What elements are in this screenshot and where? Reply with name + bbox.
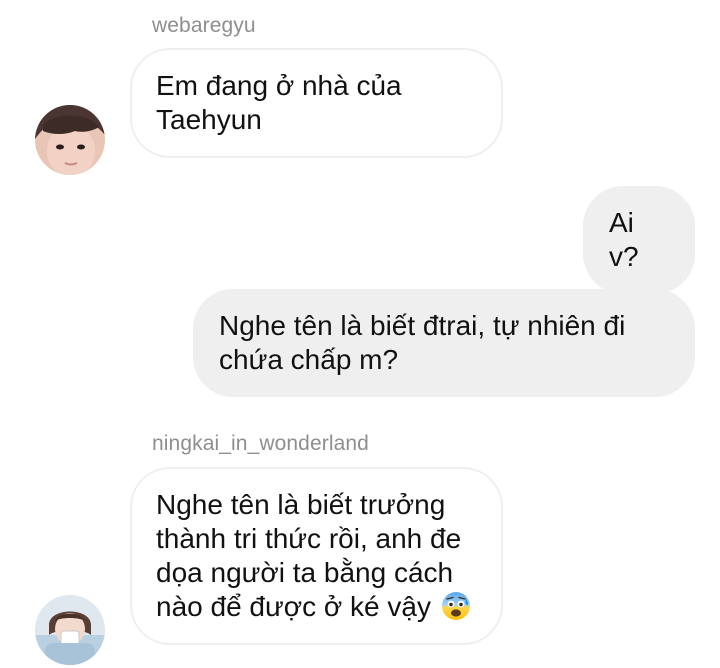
message-line: Taehyun (156, 104, 262, 135)
message-line: Em đang ở nhà của (156, 70, 402, 101)
avatar-photo (35, 105, 105, 175)
message-line-text: nào để được ở ké vậy (156, 591, 431, 622)
message-line: Nghe tên là biết đtrai, tự nhiên đi (219, 310, 626, 341)
message-line: chứa chấp m? (219, 344, 399, 375)
avatar-photo (35, 595, 105, 665)
message-bubble-received[interactable]: Nghe tên là biết trưởng thành tri thức r… (130, 467, 503, 645)
avatar[interactable] (35, 105, 105, 175)
message-line: thành tri thức rồi, anh đe (156, 523, 462, 554)
message-line: Ai v? (609, 207, 639, 272)
avatar[interactable] (35, 595, 105, 665)
anxious-face-with-sweat-icon (441, 591, 471, 621)
message-bubble-sent[interactable]: Ai v? (583, 186, 695, 294)
message-bubble-received[interactable]: Em đang ở nhà của Taehyun (130, 48, 503, 158)
message-line: dọa người ta bằng cách (156, 557, 454, 588)
sender-username[interactable]: ningkai_in_wonderland (152, 432, 369, 456)
message-line: nào để được ở ké vậy (156, 590, 477, 624)
message-bubble-sent[interactable]: Nghe tên là biết đtrai, tự nhiên đi chứa… (193, 289, 695, 397)
message-line: Nghe tên là biết trưởng (156, 489, 446, 520)
sender-username[interactable]: webaregyu (152, 14, 256, 38)
